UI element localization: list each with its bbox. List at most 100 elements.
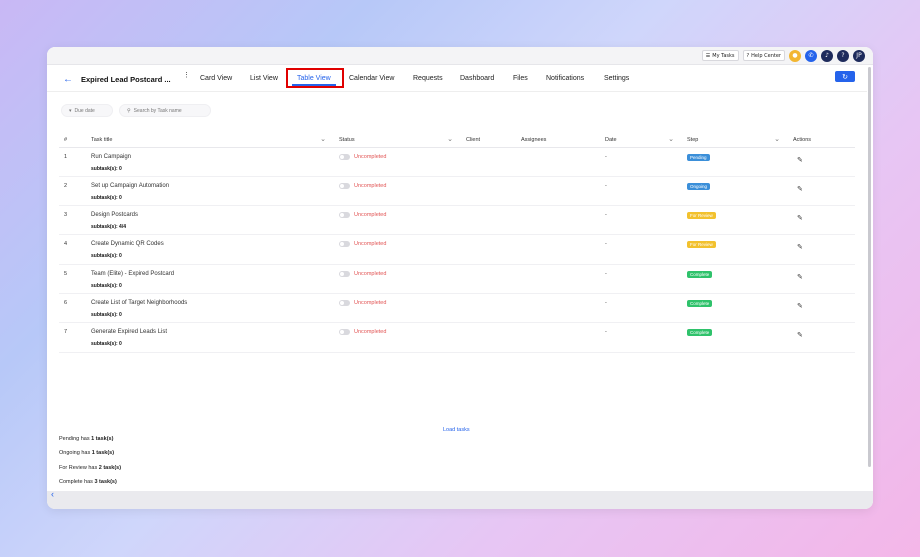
task-title[interactable]: Create Dynamic QR Codes	[91, 241, 334, 247]
client-cell	[461, 322, 516, 353]
help-center-button[interactable]: ? Help Center	[742, 50, 785, 61]
assignees-cell	[516, 264, 600, 294]
table-row[interactable]: 3 Design Postcards subtask(s): 4/4 Uncom…	[59, 205, 855, 236]
chat-icon[interactable]: ●	[789, 49, 801, 62]
tab-dashboard[interactable]: Dashboard	[460, 75, 494, 82]
step-cell: Pending	[682, 147, 788, 177]
edit-icon[interactable]: ✎	[797, 244, 803, 251]
refresh-button[interactable]: ↻	[835, 71, 855, 82]
search-input[interactable]: ⚲ Search by Task name	[119, 104, 211, 117]
edit-icon[interactable]: ✎	[797, 303, 803, 310]
chevron-down-icon[interactable]: ⌄	[320, 135, 326, 143]
step-badge[interactable]: Complete	[687, 270, 713, 278]
phone-icon[interactable]: ✆	[805, 49, 817, 62]
step-badge[interactable]: For Review	[687, 212, 716, 220]
step-badge[interactable]: Complete	[687, 329, 713, 337]
status-toggle[interactable]	[339, 299, 350, 306]
task-cell[interactable]: Create List of Target Neighborhoods subt…	[86, 293, 334, 324]
row-number: 1	[59, 147, 86, 177]
table-row[interactable]: 6 Create List of Target Neighborhoods su…	[59, 293, 855, 324]
tab-calendar-view[interactable]: Calendar View	[349, 75, 394, 82]
subtask-count: subtask(s): 0	[91, 341, 122, 348]
col-status-label: Status	[339, 136, 355, 143]
table-row[interactable]: 2 Set up Campaign Automation subtask(s):…	[59, 176, 855, 207]
step-badge[interactable]: Ongoing	[687, 182, 711, 190]
edit-icon[interactable]: ✎	[797, 332, 803, 339]
assignees-cell	[516, 234, 600, 265]
status-text: Uncompleted	[354, 153, 387, 160]
date-cell: -	[600, 293, 682, 324]
client-cell	[461, 176, 516, 207]
tab-card-view[interactable]: Card View	[200, 75, 232, 82]
edit-icon[interactable]: ✎	[797, 274, 803, 281]
status-toggle[interactable]	[339, 153, 350, 160]
chevron-left-icon[interactable]: ‹	[51, 489, 54, 499]
client-cell	[461, 147, 516, 177]
tab-files[interactable]: Files	[513, 75, 528, 82]
status-cell: Uncompleted	[334, 234, 461, 265]
actions-cell: ✎	[788, 176, 855, 207]
tab-list-view[interactable]: List View	[250, 75, 278, 82]
chevron-down-icon[interactable]: ⌄	[668, 135, 674, 143]
step-cell: Complete	[682, 264, 788, 294]
client-cell	[461, 293, 516, 324]
my-tasks-button[interactable]: ☰ My Tasks	[701, 50, 739, 61]
tab-requests[interactable]: Requests	[413, 75, 443, 82]
task-title[interactable]: Run Campaign	[91, 154, 334, 160]
task-cell[interactable]: Set up Campaign Automation subtask(s): 0	[86, 176, 334, 207]
table-row[interactable]: 7 Generate Expired Leads List subtask(s)…	[59, 322, 855, 353]
edit-icon[interactable]: ✎	[797, 215, 803, 222]
project-title: Expired Lead Postcard ...	[81, 75, 171, 84]
col-date[interactable]: Date ⌄	[600, 133, 682, 148]
task-table: # Task title ⌄ Status ⌄ Client Assignees D…	[59, 133, 855, 353]
table-row[interactable]: 1 Run Campaign subtask(s): 0 Uncompleted…	[59, 147, 855, 177]
avatar[interactable]: JP	[853, 49, 865, 62]
status-toggle[interactable]	[339, 329, 350, 336]
vertical-scrollbar[interactable]	[868, 67, 871, 467]
table-row[interactable]: 4 Create Dynamic QR Codes subtask(s): 0 …	[59, 234, 855, 265]
task-title[interactable]: Create List of Target Neighborhoods	[91, 300, 334, 306]
task-title[interactable]: Generate Expired Leads List	[91, 329, 334, 335]
load-tasks-link[interactable]: Load tasks	[443, 427, 470, 433]
tab-settings[interactable]: Settings	[604, 75, 629, 82]
col-step[interactable]: Step ⌄	[682, 133, 788, 148]
status-toggle[interactable]	[339, 270, 350, 277]
step-badge[interactable]: Pending	[687, 153, 710, 161]
task-cell[interactable]: Design Postcards subtask(s): 4/4	[86, 205, 334, 236]
app-window: ☰ My Tasks ? Help Center ● ✆ ♪ ? JP ← Ex…	[47, 47, 873, 509]
row-number: 2	[59, 176, 86, 207]
task-cell[interactable]: Team (Elite) - Expired Postcard subtask(…	[86, 264, 334, 294]
help-icon[interactable]: ?	[837, 49, 849, 62]
more-options-icon[interactable]: ⋮	[183, 71, 190, 79]
status-toggle[interactable]	[339, 212, 350, 219]
task-cell[interactable]: Create Dynamic QR Codes subtask(s): 0	[86, 234, 334, 265]
bell-icon[interactable]: ♪	[821, 49, 833, 62]
step-cell: For Review	[682, 205, 788, 236]
back-arrow-icon[interactable]: ←	[63, 74, 73, 85]
edit-icon[interactable]: ✎	[797, 157, 803, 164]
step-summary: For Review has 2 task(s)	[59, 465, 121, 471]
step-badge[interactable]: For Review	[687, 241, 716, 249]
step-badge[interactable]: Complete	[687, 299, 713, 307]
status-toggle[interactable]	[339, 241, 350, 248]
table-row[interactable]: 5 Team (Elite) - Expired Postcard subtas…	[59, 264, 855, 294]
task-cell[interactable]: Generate Expired Leads List subtask(s): …	[86, 322, 334, 353]
subtask-count: subtask(s): 4/4	[91, 224, 127, 231]
task-title[interactable]: Team (Elite) - Expired Postcard	[91, 271, 334, 277]
chevron-down-icon[interactable]: ⌄	[447, 135, 453, 143]
chevron-down-icon[interactable]: ⌄	[774, 135, 780, 143]
summary-prefix: Ongoing has	[59, 450, 92, 457]
step-summary: Complete has 3 task(s)	[59, 479, 117, 485]
task-title[interactable]: Set up Campaign Automation	[91, 183, 334, 189]
edit-icon[interactable]: ✎	[797, 186, 803, 193]
status-text: Uncompleted	[354, 212, 387, 219]
task-title[interactable]: Design Postcards	[91, 212, 334, 218]
status-toggle[interactable]	[339, 182, 350, 189]
tab-notifications[interactable]: Notifications	[546, 75, 584, 82]
task-cell[interactable]: Run Campaign subtask(s): 0	[86, 147, 334, 177]
client-cell	[461, 234, 516, 265]
col-task-title[interactable]: Task title ⌄	[86, 133, 334, 148]
assignees-cell	[516, 176, 600, 207]
due-date-filter[interactable]: ▾ Due date	[61, 104, 113, 117]
col-status[interactable]: Status ⌄	[334, 133, 461, 148]
